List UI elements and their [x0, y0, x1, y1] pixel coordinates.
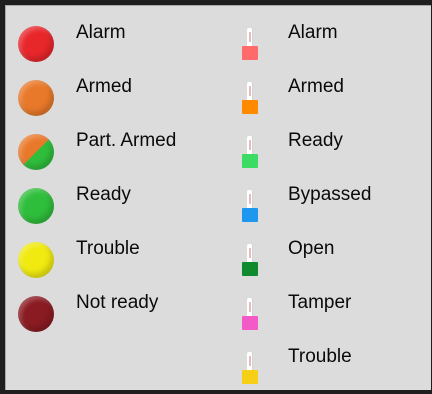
zone-trouble-label: Trouble	[288, 346, 352, 367]
zone-tamper-label: Tamper	[288, 292, 352, 313]
partition-part-armed-label: Part. Armed	[76, 130, 177, 151]
partition-not-ready-label: Not ready	[76, 292, 159, 313]
zone-alarm-label: Alarm	[288, 22, 338, 43]
zone-tamper-led-icon	[240, 298, 262, 332]
zone-ready-led-icon	[240, 136, 262, 170]
partition-ready-indicator-icon	[18, 188, 54, 224]
zone-open-led-icon	[240, 244, 262, 278]
partition-trouble-label: Trouble	[76, 238, 140, 259]
zone-alarm-led-icon	[240, 28, 262, 62]
zone-armed-led-icon	[240, 82, 262, 116]
zone-armed-label: Armed	[288, 76, 344, 97]
partition-alarm-label: Alarm	[76, 22, 126, 43]
zone-ready-label: Ready	[288, 130, 343, 151]
partition-armed-indicator-icon	[18, 80, 54, 116]
partition-not-ready-indicator-icon	[18, 296, 54, 332]
partition-ready-label: Ready	[76, 184, 131, 205]
status-legend-body: Alarm Armed Part. Armed Ready Trouble No…	[5, 5, 431, 390]
status-legend-panel: Alarm Armed Part. Armed Ready Trouble No…	[0, 0, 432, 394]
zone-bypassed-led-icon	[240, 190, 262, 224]
partition-part-armed-indicator-icon	[18, 134, 54, 170]
partition-trouble-indicator-icon	[18, 242, 54, 278]
partition-alarm-indicator-icon	[18, 26, 54, 62]
zone-open-label: Open	[288, 238, 335, 259]
zone-trouble-led-icon	[240, 352, 262, 386]
zone-bypassed-label: Bypassed	[288, 184, 372, 205]
partition-armed-label: Armed	[76, 76, 132, 97]
